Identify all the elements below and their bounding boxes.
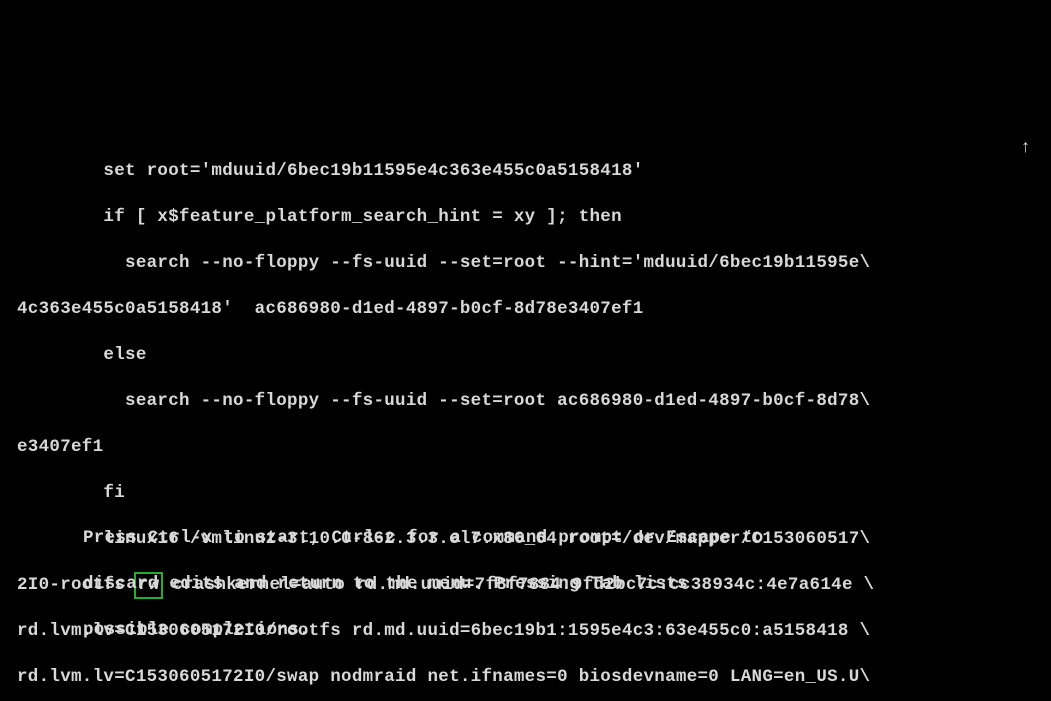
instruction-line: Press Ctrl-x to start, Ctrl-c for a comm…	[83, 527, 764, 550]
grub-line: search --no-floppy --fs-uuid --set=root …	[17, 390, 1034, 413]
grub-line: e3407ef1	[17, 436, 1034, 459]
grub-edit-screen[interactable]: ↑ set root='mduuid/6bec19b11595e4c363e45…	[0, 0, 1051, 701]
grub-line: set root='mduuid/6bec19b11595e4c363e455c…	[17, 160, 1034, 183]
instruction-line: possible completions.	[83, 619, 764, 642]
grub-instructions: Press Ctrl-x to start, Ctrl-c for a comm…	[83, 504, 764, 688]
grub-line: fi	[17, 482, 1034, 505]
instruction-line: discard edits and return to the menu. Pr…	[83, 573, 764, 596]
grub-line: else	[17, 344, 1034, 367]
grub-line: 4c363e455c0a5158418' ac686980-d1ed-4897-…	[17, 298, 1034, 321]
grub-line: search --no-floppy --fs-uuid --set=root …	[17, 252, 1034, 275]
grub-line: if [ x$feature_platform_search_hint = xy…	[17, 206, 1034, 229]
